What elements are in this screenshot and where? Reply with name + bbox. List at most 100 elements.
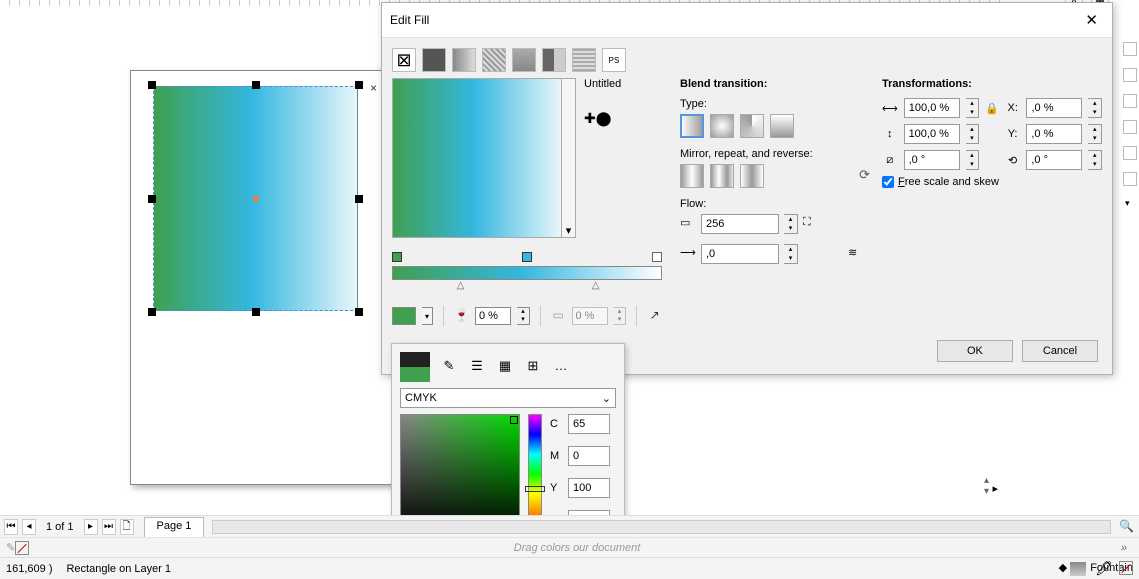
rail-item[interactable] — [1123, 94, 1137, 108]
gradient-stops[interactable] — [392, 252, 662, 266]
last-page-button[interactable]: ⏭ — [102, 519, 116, 535]
page-tab[interactable]: Page 1 — [144, 517, 205, 537]
m-input[interactable] — [568, 446, 610, 466]
free-scale-checkbox[interactable]: FFree scale and skewree scale and skew — [882, 176, 1102, 188]
fill-bitmap-pattern-button[interactable] — [512, 48, 536, 72]
fill-fountain-button[interactable] — [452, 48, 476, 72]
cancel-button[interactable]: Cancel — [1022, 340, 1098, 362]
fill-two-color-button[interactable] — [542, 48, 566, 72]
rotate-input[interactable] — [1026, 150, 1082, 170]
color-model-select[interactable]: CMYK ⌄ — [400, 388, 616, 408]
resize-handle[interactable] — [252, 81, 260, 89]
ok-button[interactable]: OK — [937, 340, 1013, 362]
midpoint-0[interactable]: △ — [457, 280, 465, 291]
rail-expand-icon[interactable]: ▾ — [1125, 198, 1135, 208]
y-spinner[interactable]: ▴▾ — [1088, 124, 1102, 144]
blend-linear-button[interactable] — [680, 114, 704, 138]
opacity-spinner[interactable]: ▴▾ — [517, 307, 530, 325]
prev-page-button[interactable]: ◂ — [22, 519, 36, 535]
width-spinner[interactable]: ▴▾ — [966, 98, 980, 118]
next-page-button[interactable]: ▸ — [84, 519, 98, 535]
outline-none-icon[interactable] — [1119, 561, 1133, 575]
fill-texture-button[interactable] — [572, 48, 596, 72]
scroll-right-icon[interactable]: ▸ — [992, 482, 998, 495]
y-input[interactable] — [568, 478, 610, 498]
steps-lock-icon[interactable]: ⛶ — [803, 216, 819, 232]
steps-spinner[interactable]: ▴▾ — [784, 214, 798, 234]
skew-input[interactable] — [904, 150, 960, 170]
midpoint-1[interactable]: △ — [592, 280, 600, 291]
resize-handle[interactable] — [148, 81, 156, 89]
dialog-titlebar[interactable]: Edit Fill ✕ — [382, 3, 1112, 38]
resize-handle[interactable] — [148, 195, 156, 203]
rail-item[interactable] — [1123, 68, 1137, 82]
cursor-icon: ✎ — [6, 541, 15, 554]
reverse-gradient-icon[interactable]: ↗ — [647, 308, 662, 324]
lock-icon[interactable]: 🔒 — [985, 102, 999, 115]
x-spinner[interactable]: ▴▾ — [1088, 98, 1102, 118]
blend-rectangular-button[interactable] — [770, 114, 794, 138]
selected-rectangle[interactable]: × — [153, 86, 358, 311]
accel-spinner[interactable]: ▴▾ — [784, 244, 798, 264]
save-preset-icon[interactable]: ✚⬤ — [584, 110, 662, 127]
field-marker[interactable] — [510, 416, 518, 424]
y-input[interactable] — [1026, 124, 1082, 144]
viewer-icon[interactable]: ▦ — [496, 358, 514, 376]
rotate-spinner[interactable]: ▴▾ — [1088, 150, 1102, 170]
c-input[interactable] — [568, 414, 610, 434]
rail-item[interactable] — [1123, 42, 1137, 56]
palette-more-icon[interactable]: » — [1115, 542, 1133, 554]
flow-steps-input[interactable] — [701, 214, 779, 234]
no-fill-icon[interactable] — [15, 541, 29, 555]
zoom-fit-icon[interactable]: 🔍 — [1119, 519, 1135, 535]
eyedropper-icon[interactable]: ✎ — [440, 358, 458, 376]
resize-handle[interactable] — [252, 308, 260, 316]
node-opacity-input[interactable] — [475, 307, 511, 325]
reverse-icon[interactable]: ⟳ — [859, 167, 870, 183]
close-icon[interactable]: ✕ — [1079, 9, 1104, 31]
blend-conical-button[interactable] — [740, 114, 764, 138]
fountain-preview[interactable] — [392, 78, 562, 238]
preset-dropdown[interactable]: ▾ — [562, 78, 576, 238]
resize-handle[interactable] — [355, 308, 363, 316]
free-scale-check[interactable] — [882, 176, 894, 188]
resize-handle[interactable] — [148, 308, 156, 316]
blend-radial-button[interactable] — [710, 114, 734, 138]
smooth-icon[interactable]: ≋ — [848, 246, 864, 262]
more-icon[interactable]: … — [552, 358, 570, 376]
resize-handle[interactable] — [355, 81, 363, 89]
repeat-repeat-button[interactable] — [740, 164, 764, 188]
fill-postscript-button[interactable]: PS — [602, 48, 626, 72]
skew-icon: ⧄ — [882, 154, 898, 167]
hscrollbar[interactable] — [212, 520, 1111, 534]
resize-handle[interactable] — [355, 195, 363, 203]
palettes-icon[interactable]: ⊞ — [524, 358, 542, 376]
fill-vector-pattern-button[interactable] — [482, 48, 506, 72]
hue-marker[interactable] — [525, 486, 545, 492]
width-input[interactable] — [904, 98, 960, 118]
rail-item[interactable] — [1123, 146, 1137, 160]
repeat-mirror-button[interactable] — [710, 164, 734, 188]
rail-item[interactable] — [1123, 120, 1137, 134]
rail-item[interactable] — [1123, 172, 1137, 186]
height-spinner[interactable]: ▴▾ — [966, 124, 980, 144]
delete-marker[interactable]: × — [370, 81, 377, 95]
add-page-button[interactable]: 🗋 — [120, 519, 134, 535]
flow-accel-input[interactable] — [701, 244, 779, 264]
skew-spinner[interactable]: ▴▾ — [966, 150, 980, 170]
outline-pen-icon[interactable]: 🖊 — [1095, 560, 1113, 577]
center-marker[interactable] — [253, 196, 259, 202]
height-input[interactable] — [904, 124, 960, 144]
sliders-icon[interactable]: ☰ — [468, 358, 486, 376]
node-color-dropdown[interactable]: ▾ — [422, 307, 433, 325]
node-color-swatch[interactable] — [392, 307, 416, 325]
gradient-stop-0[interactable] — [392, 252, 402, 262]
fill-uniform-button[interactable] — [422, 48, 446, 72]
x-input[interactable] — [1026, 98, 1082, 118]
gradient-stop-2[interactable] — [652, 252, 662, 262]
repeat-default-button[interactable] — [680, 164, 704, 188]
gradient-bar[interactable] — [392, 266, 662, 280]
gradient-stop-1[interactable] — [522, 252, 532, 262]
fill-none-button[interactable]: ⊠ — [392, 48, 416, 72]
first-page-button[interactable]: ⏮ — [4, 519, 18, 535]
